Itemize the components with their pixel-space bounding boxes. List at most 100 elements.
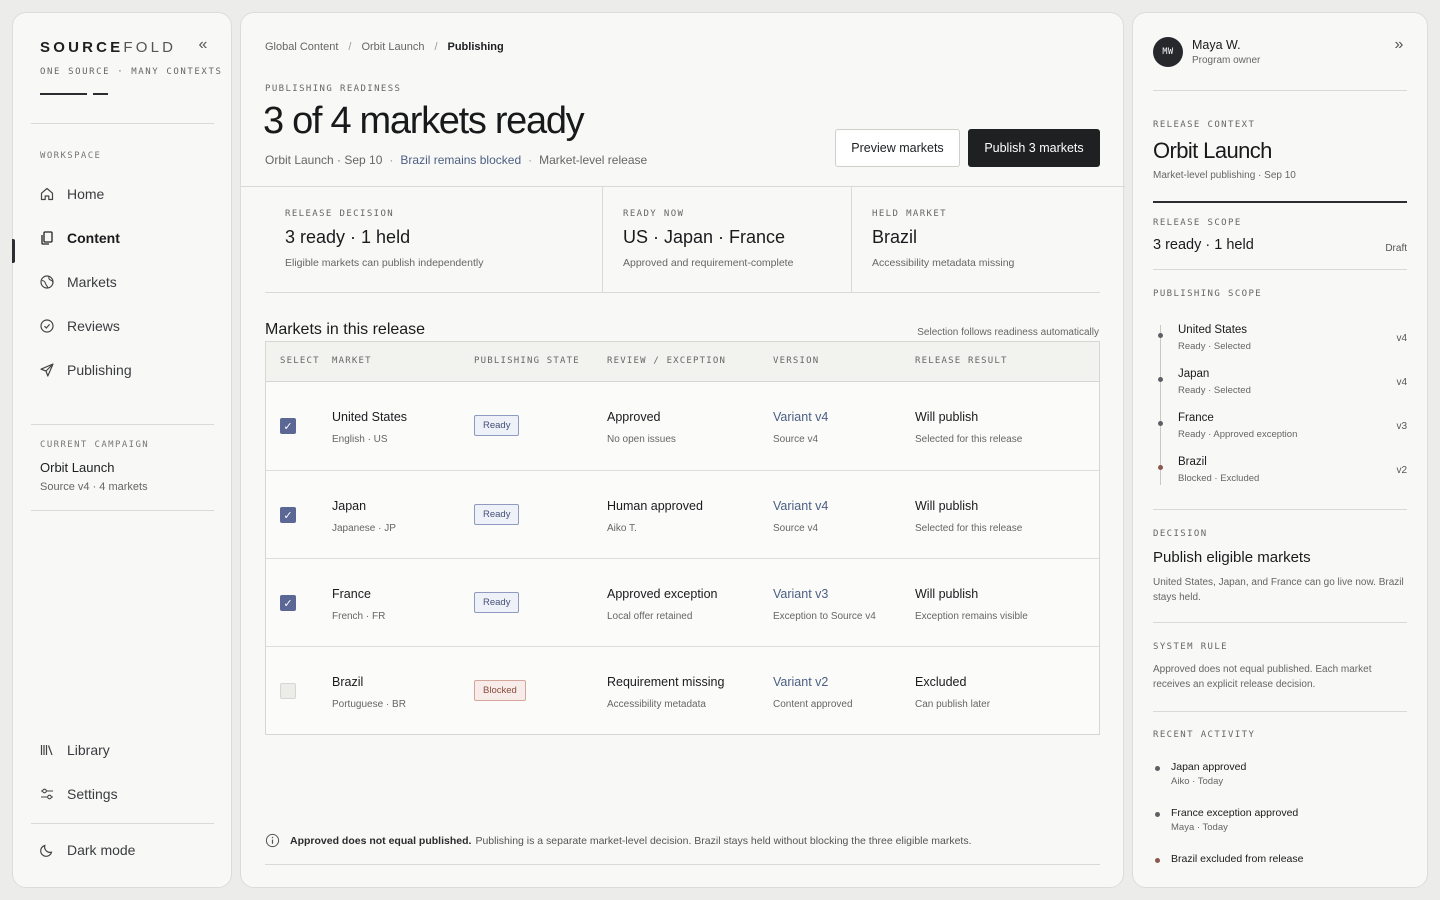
decision-title: Publish eligible markets bbox=[1153, 549, 1311, 566]
version-sub: Exception to Source v4 bbox=[773, 611, 876, 622]
activity-sub: Maya · Today bbox=[1171, 822, 1228, 833]
release-result-sub: Exception remains visible bbox=[915, 611, 1028, 622]
status-badge: Blocked bbox=[474, 680, 526, 701]
release-result-sub: Selected for this release bbox=[915, 434, 1023, 445]
publish-markets-button[interactable]: Publish 3 markets bbox=[968, 129, 1100, 167]
campaign-title[interactable]: Orbit Launch bbox=[40, 460, 114, 475]
stat-release-decision: RELEASE DECISION 3 ready · 1 held Eligib… bbox=[265, 187, 602, 293]
stat-sub: Eligible markets can publish independent… bbox=[285, 257, 484, 269]
release-scope-value: 3 ready · 1 held bbox=[1153, 237, 1254, 253]
campaign-sub: Source v4 · 4 markets bbox=[40, 481, 148, 493]
main-panel: Global Content / Orbit Launch / Publishi… bbox=[240, 12, 1125, 888]
col-version: VERSION bbox=[773, 356, 820, 366]
nav-settings[interactable]: Settings bbox=[39, 782, 209, 806]
row-checkbox[interactable]: ✓ bbox=[280, 418, 296, 434]
version-link[interactable]: Variant v4 bbox=[773, 410, 828, 424]
row-checkbox[interactable] bbox=[280, 683, 296, 699]
system-rule-label: SYSTEM RULE bbox=[1153, 642, 1229, 652]
version-sub: Source v4 bbox=[773, 434, 819, 445]
table-header: SELECT MARKET PUBLISHING STATE REVIEW / … bbox=[266, 342, 1099, 382]
version-link[interactable]: Variant v4 bbox=[773, 499, 828, 513]
nav-publishing-label: Publishing bbox=[67, 362, 132, 378]
section-rule bbox=[1153, 201, 1407, 203]
breadcrumb-global-content[interactable]: Global Content bbox=[265, 41, 338, 53]
release-title: Orbit Launch bbox=[1153, 138, 1272, 163]
row-checkbox[interactable]: ✓ bbox=[280, 595, 296, 611]
market-lang: Portuguese · BR bbox=[332, 699, 406, 710]
review-sub: Local offer retained bbox=[607, 611, 693, 622]
nav-content[interactable]: Content bbox=[39, 226, 209, 250]
nav-home-label: Home bbox=[67, 186, 105, 202]
scope-item: Japan Ready · Selected v4 bbox=[1153, 368, 1407, 408]
documents-icon bbox=[41, 231, 53, 245]
table-row[interactable]: ✓ Japan Japanese · JP Ready Human approv… bbox=[266, 470, 1099, 558]
market-name: United States bbox=[332, 410, 408, 424]
subline-campaign: Orbit Launch · Sep 10 bbox=[265, 153, 383, 167]
table-row[interactable]: ✓ France French · FR Ready Approved exce… bbox=[266, 558, 1099, 646]
scope-status: Ready · Selected bbox=[1178, 385, 1251, 396]
nav-settings-label: Settings bbox=[67, 786, 118, 802]
col-market: MARKET bbox=[332, 356, 372, 366]
subline-warning: Brazil remains blocked bbox=[400, 153, 522, 167]
version-link[interactable]: Variant v2 bbox=[773, 675, 828, 689]
recent-activity-label: RECENT ACTIVITY bbox=[1153, 730, 1256, 740]
workspace-label: WORKSPACE bbox=[40, 151, 102, 161]
nav-library-label: Library bbox=[67, 742, 110, 758]
market-lang: Japanese · JP bbox=[332, 523, 396, 534]
activity-title: France exception approved bbox=[1171, 807, 1299, 819]
review-status: Approved bbox=[607, 410, 661, 424]
review-status: Approved exception bbox=[607, 587, 718, 601]
release-result: Will publish bbox=[915, 410, 979, 424]
collapse-panel-icon[interactable]: » bbox=[1389, 35, 1409, 55]
stat-sub: Approved and requirement-complete bbox=[623, 257, 794, 269]
collapse-sidebar-icon[interactable]: « bbox=[193, 35, 213, 55]
table-title: Markets in this release bbox=[265, 321, 426, 338]
subline-dot: · bbox=[528, 153, 533, 167]
release-sub: Market-level publishing · Sep 10 bbox=[1153, 170, 1296, 181]
divider bbox=[31, 510, 214, 511]
preview-markets-button[interactable]: Preview markets bbox=[835, 129, 960, 167]
version-sub: Source v4 bbox=[773, 523, 819, 534]
nav-library[interactable]: Library bbox=[39, 738, 209, 762]
nav-markets[interactable]: Markets bbox=[39, 270, 209, 294]
col-review: REVIEW / EXCEPTION bbox=[607, 356, 727, 366]
release-scope-status: Draft bbox=[1385, 243, 1407, 254]
review-sub: Accessibility metadata bbox=[607, 699, 706, 710]
timeline-dot bbox=[1158, 465, 1163, 470]
subline-release: Market-level release bbox=[539, 153, 648, 167]
nav-publishing[interactable]: Publishing bbox=[39, 358, 209, 382]
activity-dot bbox=[1155, 812, 1160, 817]
avatar[interactable]: MW bbox=[1153, 37, 1183, 67]
col-select: SELECT bbox=[280, 356, 320, 366]
table-row[interactable]: ✓ United States English · US Ready Appro… bbox=[266, 382, 1099, 470]
market-lang: English · US bbox=[332, 434, 388, 445]
page-subline: Orbit Launch · Sep 10 · Brazil remains b… bbox=[265, 153, 647, 167]
user-role: Program owner bbox=[1192, 55, 1261, 66]
status-badge: Ready bbox=[474, 592, 520, 613]
status-badge: Ready bbox=[474, 415, 520, 436]
row-checkbox[interactable]: ✓ bbox=[280, 507, 296, 523]
logo-bold: SOURCE bbox=[40, 39, 124, 56]
tagline: ONE SOURCE · MANY CONTEXTS bbox=[40, 67, 223, 77]
scope-status: Blocked · Excluded bbox=[1178, 473, 1260, 484]
subline-dot: · bbox=[389, 153, 394, 167]
activity-title: Brazil excluded from release bbox=[1171, 853, 1304, 865]
context-panel: MW Maya W. Program owner » RELEASE CONTE… bbox=[1132, 12, 1428, 888]
scope-status: Ready · Approved exception bbox=[1178, 429, 1298, 440]
breadcrumb-orbit-launch[interactable]: Orbit Launch bbox=[361, 41, 424, 53]
review-status: Human approved bbox=[607, 499, 703, 513]
release-result: Excluded bbox=[915, 675, 967, 689]
table-row[interactable]: Brazil Portuguese · BR Blocked Requireme… bbox=[266, 646, 1099, 734]
stats-row: RELEASE DECISION 3 ready · 1 held Eligib… bbox=[265, 187, 1100, 293]
logo: SOURCEFOLD bbox=[40, 39, 176, 56]
scope-market: United States bbox=[1178, 324, 1248, 336]
nav-reviews[interactable]: Reviews bbox=[39, 314, 209, 338]
version-link[interactable]: Variant v3 bbox=[773, 587, 828, 601]
stat-value: US · Japan · France bbox=[623, 227, 786, 247]
market-name: Brazil bbox=[332, 675, 364, 689]
release-result-sub: Selected for this release bbox=[915, 523, 1023, 534]
nav-home[interactable]: Home bbox=[39, 182, 209, 206]
stat-ready-now: READY NOW US · Japan · France Approved a… bbox=[602, 187, 851, 293]
timeline-dot bbox=[1158, 333, 1163, 338]
dark-mode-toggle[interactable]: Dark mode bbox=[39, 838, 209, 862]
